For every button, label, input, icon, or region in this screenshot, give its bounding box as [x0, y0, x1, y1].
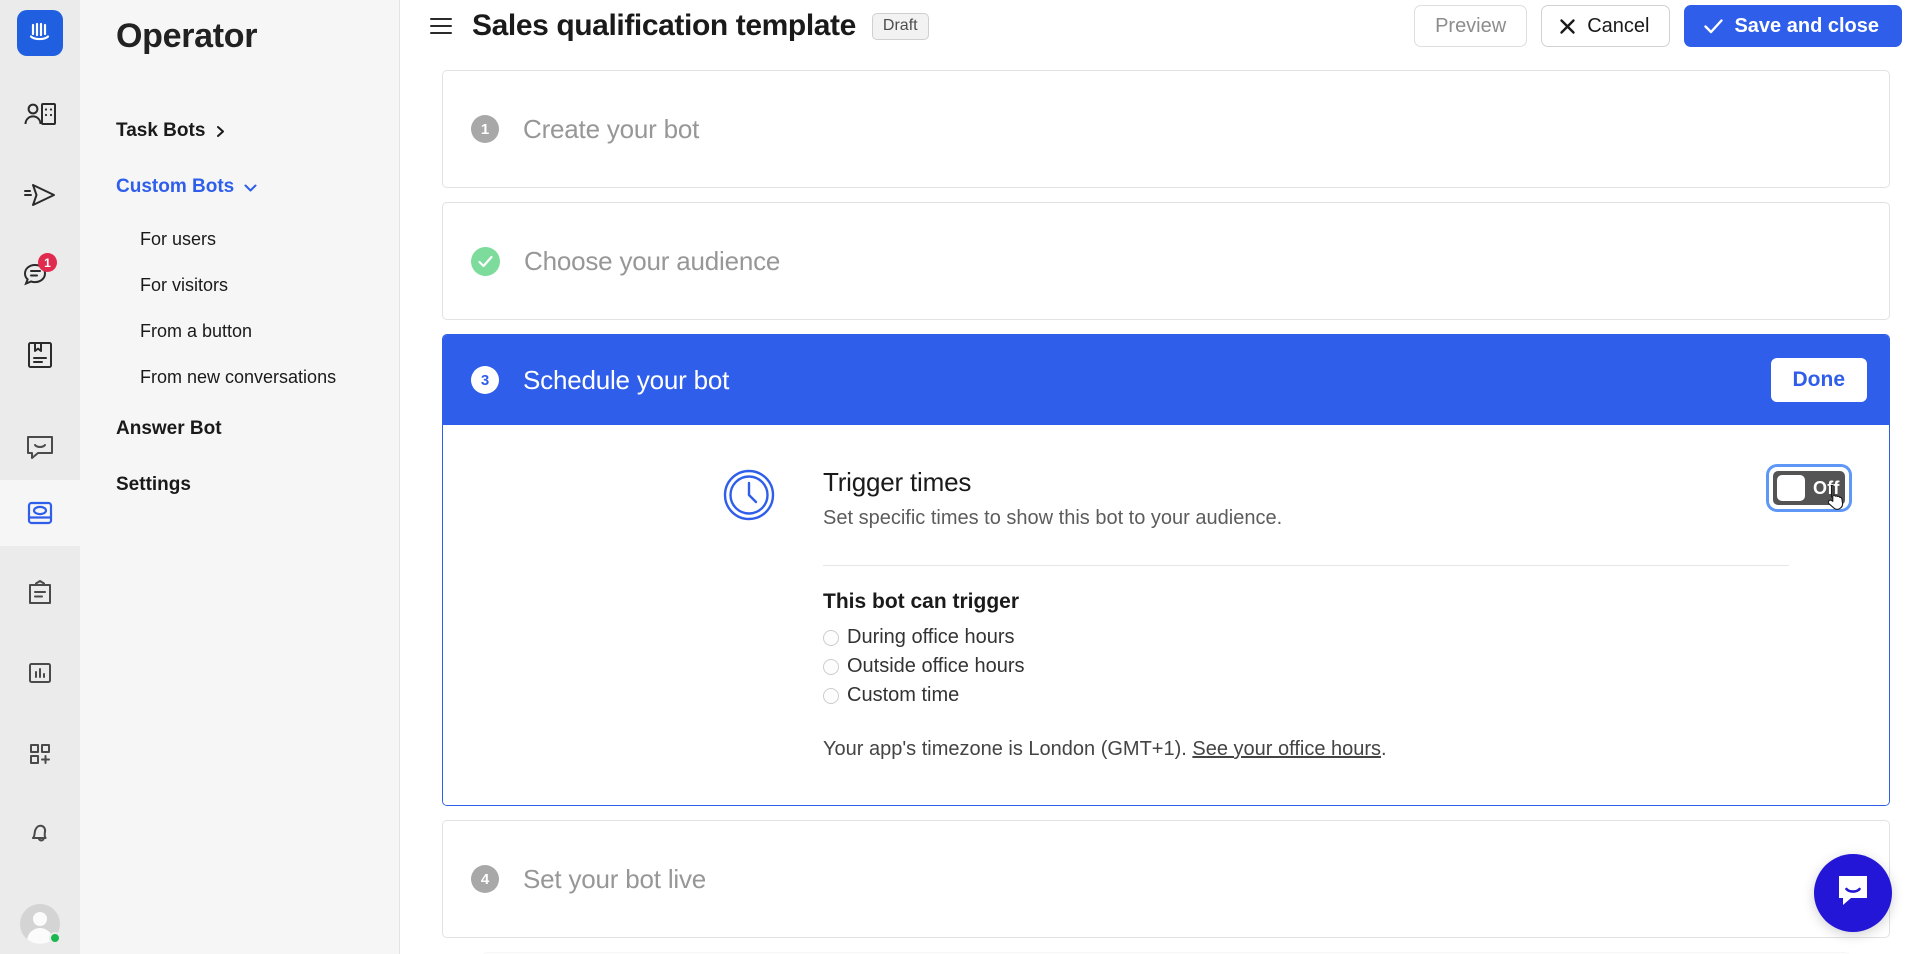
trigger-times-header: Trigger times Set specific times to show… — [823, 467, 1849, 530]
hamburger-icon[interactable] — [430, 18, 452, 34]
radio-button-icon — [823, 629, 839, 646]
trigger-times-settings: Trigger times Set specific times to show… — [823, 467, 1849, 761]
step-card-create-your-bot[interactable]: 1 Create your bot — [442, 70, 1890, 188]
clock-icon — [723, 469, 775, 526]
preview-button-label: Preview — [1435, 14, 1507, 37]
sidebar-item-from-new-conversations[interactable]: From new conversations — [80, 354, 399, 400]
step-number-badge: 3 — [471, 366, 499, 394]
sidebar-item-label: Settings — [116, 474, 191, 495]
save-and-close-button[interactable]: Save and close — [1684, 5, 1902, 47]
rail-item-articles[interactable] — [0, 322, 80, 388]
timezone-note: Your app's timezone is London (GMT+1). S… — [823, 738, 1849, 761]
operator-sidebar: Operator Task Bots Custom Bots For users… — [80, 0, 400, 954]
rail-avatar-area — [0, 904, 80, 944]
trigger-window-radio-group: This bot can trigger During office hours… — [823, 566, 1849, 761]
close-x-icon — [1558, 17, 1577, 36]
trigger-times-texts: Trigger times Set specific times to show… — [823, 467, 1749, 530]
sidebar-item-task-bots[interactable]: Task Bots — [80, 108, 399, 154]
cancel-button-label: Cancel — [1587, 14, 1650, 37]
sidebar-item-from-a-button[interactable]: From a button — [80, 308, 399, 354]
rail-item-tasks[interactable] — [0, 560, 80, 626]
document-title: Sales qualification template — [472, 9, 856, 42]
trigger-times-toggle[interactable]: Off — [1769, 467, 1849, 510]
sidebar-item-label: For users — [140, 228, 217, 249]
icon-rail: 1 — [0, 0, 80, 954]
step-card-header: Choose your audience — [443, 203, 1889, 319]
rail-item-operator[interactable] — [0, 480, 80, 546]
presence-indicator — [49, 932, 61, 944]
main-panel: Sales qualification template Draft Previ… — [400, 0, 1920, 954]
step-card-header-active: 3 Schedule your bot Done — [443, 335, 1889, 425]
done-button[interactable]: Done — [1770, 358, 1867, 402]
save-and-close-button-label: Save and close — [1734, 14, 1879, 37]
check-icon — [1703, 17, 1724, 35]
timezone-text: Your app's timezone is London (GMT+1). — [823, 738, 1193, 760]
wizard-content: 1 Create your bot Choose your audience 3… — [400, 52, 1920, 954]
rail-item-app-store[interactable] — [0, 720, 80, 786]
radio-during-office-hours[interactable]: During office hours — [823, 623, 1849, 652]
toggle-track: Off — [1773, 471, 1845, 505]
sidebar-item-label: From new conversations — [140, 366, 337, 387]
step-card-set-your-bot-live[interactable]: 4 Set your bot live — [442, 820, 1890, 938]
step-card-schedule-your-bot: 3 Schedule your bot Done Trigger times S… — [442, 334, 1890, 806]
setting-subtitle: Set specific times to show this bot to y… — [823, 507, 1283, 529]
step-title: Schedule your bot — [523, 364, 730, 395]
step-title: Set your bot live — [523, 863, 707, 894]
step-card-choose-your-audience[interactable]: Choose your audience — [442, 202, 1890, 320]
step-number-badge: 1 — [471, 115, 499, 143]
rail-item-messenger[interactable] — [0, 414, 80, 480]
radio-label: Outside office hours — [847, 655, 1025, 677]
rail-item-contacts[interactable] — [0, 82, 80, 148]
cancel-button[interactable]: Cancel — [1541, 5, 1671, 47]
sidebar-item-for-visitors[interactable]: For visitors — [80, 262, 399, 308]
intercom-logo-icon[interactable] — [17, 10, 63, 56]
sidebar-item-label: Answer Bot — [116, 418, 222, 439]
messenger-launcher-icon — [1833, 872, 1873, 915]
rail-item-reports[interactable] — [0, 640, 80, 706]
trigger-times-row: Trigger times Set specific times to show… — [443, 467, 1889, 761]
step-card-header: 4 Set your bot live — [443, 821, 1889, 937]
step-complete-check-icon — [471, 246, 500, 276]
rail-item-conversations[interactable]: 1 — [0, 242, 80, 308]
timezone-text-end: . — [1381, 738, 1387, 760]
radio-button-icon — [823, 658, 839, 675]
clock-icon-column — [443, 467, 823, 526]
rail-item-outbound[interactable] — [0, 162, 80, 228]
radio-label: Custom time — [847, 684, 960, 706]
rail-item-notifications[interactable] — [0, 800, 80, 866]
step-title: Choose your audience — [524, 245, 781, 276]
sidebar-item-settings[interactable]: Settings — [80, 462, 399, 508]
sidebar-item-custom-bots[interactable]: Custom Bots — [80, 164, 399, 210]
editor-topbar: Sales qualification template Draft Previ… — [400, 0, 1920, 52]
app-root: 1 Operator Task Bots Custom Bots For use… — [0, 0, 1920, 954]
step-number-badge: 4 — [471, 865, 499, 893]
sidebar-item-label: Custom Bots — [116, 176, 235, 197]
setting-title: Trigger times — [823, 467, 972, 497]
page-title: Operator — [116, 17, 258, 55]
radio-outside-office-hours[interactable]: Outside office hours — [823, 652, 1849, 681]
messenger-launcher-button[interactable] — [1814, 854, 1892, 932]
toggle-state-label: Off — [1813, 477, 1840, 498]
sidebar-item-answer-bot[interactable]: Answer Bot — [80, 406, 399, 452]
sidebar-nav-list: Task Bots Custom Bots For users For visi… — [80, 108, 399, 508]
avatar[interactable] — [20, 904, 61, 944]
sidebar-item-label: Task Bots — [116, 120, 206, 141]
status-badge: Draft — [871, 12, 929, 40]
step-card-header: 1 Create your bot — [443, 71, 1889, 187]
chevron-right-icon — [214, 125, 227, 138]
radio-group-title: This bot can trigger — [823, 590, 1020, 613]
sidebar-item-for-users[interactable]: For users — [80, 216, 399, 262]
chevron-down-icon — [243, 181, 258, 194]
step-title: Create your bot — [523, 113, 700, 144]
radio-custom-time[interactable]: Custom time — [823, 681, 1849, 710]
radio-label: During office hours — [847, 626, 1015, 648]
schedule-settings-body: Trigger times Set specific times to show… — [443, 425, 1889, 805]
sidebar-item-label: From a button — [140, 320, 253, 341]
conversations-unread-badge: 1 — [38, 253, 57, 272]
see-office-hours-link[interactable]: See your office hours — [1192, 738, 1381, 760]
preview-button[interactable]: Preview — [1414, 5, 1528, 47]
sidebar-item-label: For visitors — [140, 274, 229, 295]
radio-button-icon — [823, 687, 839, 704]
toggle-knob — [1777, 475, 1805, 501]
